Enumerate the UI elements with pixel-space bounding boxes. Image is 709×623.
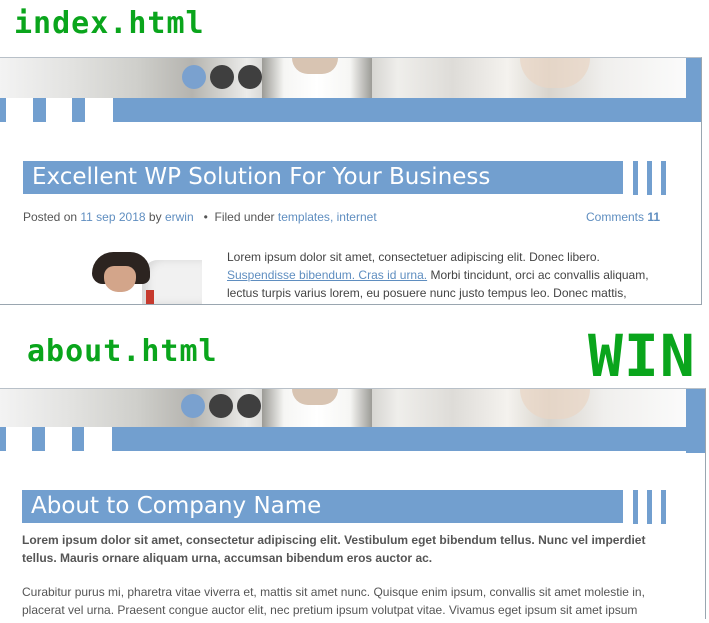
slider-dot-3[interactable] — [238, 65, 262, 89]
category-link-templates[interactable]: templates — [278, 210, 330, 224]
slider-dot-2[interactable] — [209, 394, 233, 418]
post-title[interactable]: Excellent WP Solution For Your Business — [23, 161, 623, 194]
post-excerpt: Lorem ipsum dolor sit amet, consectetuer… — [227, 250, 649, 300]
hero-slider — [0, 389, 686, 429]
label-index-html: index.html — [14, 6, 205, 41]
slider-dot-1[interactable] — [182, 65, 206, 89]
title-stripe — [661, 161, 666, 195]
title-stripe — [633, 490, 638, 524]
slider-dot-2[interactable] — [210, 65, 234, 89]
title-stripe — [661, 490, 666, 524]
comments-link[interactable]: Comments 11 — [586, 210, 660, 224]
label-win: WIN — [588, 322, 696, 390]
navigation-bar — [0, 427, 705, 451]
post-meta: Posted on 11 sep 2018 by erwin • Filed u… — [23, 210, 377, 224]
label-about-html: about.html — [27, 334, 218, 369]
post-thumbnail-image[interactable] — [90, 252, 202, 304]
author-link[interactable]: erwin — [165, 210, 194, 224]
body-paragraph: Curabitur purus mi, pharetra vitae viver… — [22, 585, 645, 617]
post-date-link[interactable]: 11 sep 2018 — [80, 210, 145, 224]
navigation-bar — [0, 98, 701, 122]
about-page-screenshot: About to Company Name Lorem ipsum dolor … — [0, 388, 706, 619]
title-stripe — [647, 490, 652, 524]
title-stripe — [633, 161, 638, 195]
hero-slider — [0, 58, 686, 98]
excerpt-link[interactable]: Suspendisse bibendum. Cras id urna. — [227, 268, 427, 282]
slider-dot-3[interactable] — [237, 394, 261, 418]
slider-dot-1[interactable] — [181, 394, 205, 418]
page-title: About to Company Name — [22, 490, 623, 523]
title-stripe — [647, 161, 652, 195]
index-page-screenshot: Excellent WP Solution For Your Business … — [0, 57, 702, 305]
intro-paragraph: Lorem ipsum dolor sit amet, consectetur … — [22, 533, 646, 565]
category-link-internet[interactable]: internet — [337, 210, 377, 224]
